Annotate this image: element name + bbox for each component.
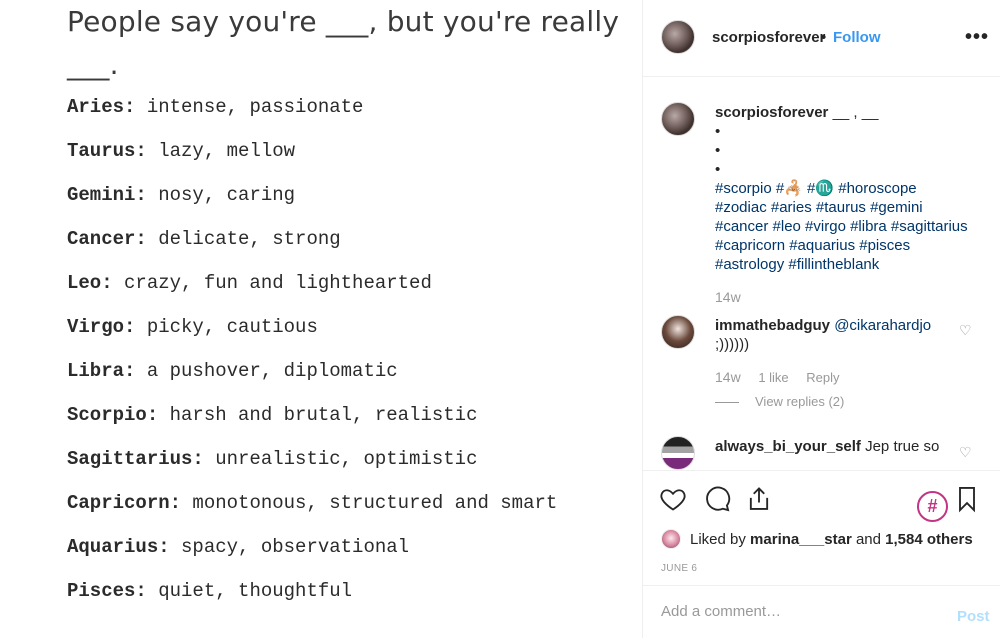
sign-row: Leo: crazy, fun and lighthearted (67, 272, 432, 294)
comment-icon[interactable] (703, 485, 731, 513)
comments-section: scorpiosforever __ , __ • • • #scorpio #… (643, 78, 1000, 470)
comment-like-icon[interactable]: ♡ (959, 444, 972, 461)
liked-by-count[interactable]: 1,584 others (885, 531, 973, 548)
caption-text: __ , __ (832, 104, 879, 121)
post-image: People say you're ___, but you're really… (0, 0, 642, 638)
caption: scorpiosforever __ , __ • • • #scorpio #… (715, 103, 985, 274)
post-date[interactable]: JUNE 6 (661, 563, 697, 574)
comment-likes[interactable]: 1 like (758, 370, 788, 385)
header-username[interactable]: scorpiosforever (712, 29, 825, 46)
sign-row: Sagittarius: unrealistic, optimistic (67, 448, 478, 470)
sign-row: Virgo: picky, cautious (67, 316, 318, 338)
hashtag-line[interactable]: #zodiac #aries #taurus #gemini (715, 198, 985, 217)
comment-mention[interactable]: @cikarahardjo (834, 317, 931, 334)
replies-divider (715, 402, 739, 404)
hashtag-line[interactable]: #cancer #leo #virgo #libra #sagittarius (715, 217, 985, 236)
post-sidebar: scorpiosforever • Follow ••• scorpiosfor… (642, 0, 1000, 638)
comment-text: ;)))))) (715, 336, 750, 353)
zodiac-list: Aries: intense, passionate Taurus: lazy,… (67, 94, 627, 622)
sign-row: Aries: intense, passionate (67, 96, 364, 118)
share-icon[interactable] (745, 485, 773, 513)
sign-row: Taurus: lazy, mellow (67, 140, 296, 162)
avatar[interactable] (661, 20, 695, 54)
hashtag-badge-icon[interactable]: # (917, 491, 948, 522)
comment-text: Jep true so (865, 438, 940, 455)
comment-username[interactable]: always_bi_your_self (715, 438, 861, 455)
post-button[interactable]: Post (957, 608, 990, 625)
caption-bullet: • (715, 161, 721, 178)
caption-username[interactable]: scorpiosforever (715, 104, 828, 121)
comment-timestamp[interactable]: 14w (715, 369, 741, 385)
bookmark-icon[interactable] (953, 485, 981, 513)
more-options-icon[interactable]: ••• (965, 26, 989, 49)
hashtag-line[interactable]: #astrology #fillintheblank (715, 255, 985, 274)
avatar[interactable] (661, 102, 695, 136)
sign-row: Aquarius: spacy, observational (67, 536, 410, 558)
view-replies-label[interactable]: View replies (2) (755, 394, 844, 409)
comment-like-icon[interactable]: ♡ (959, 322, 972, 339)
sign-row: Gemini: nosy, caring (67, 184, 296, 206)
hashtag-line[interactable]: #scorpio #🦂 #♏ #horoscope (715, 179, 985, 198)
image-title: People say you're ___, but you're really… (67, 5, 620, 81)
avatar[interactable] (661, 436, 695, 470)
caption-timestamp[interactable]: 14w (715, 289, 741, 305)
add-comment-bar: Post (643, 585, 1000, 638)
liked-by-user[interactable]: marina___star (750, 531, 852, 548)
separator-dot: • (821, 29, 827, 46)
post-actions: # Liked by marina___star and 1,584 other… (643, 470, 1000, 585)
sign-row: Cancer: delicate, strong (67, 228, 341, 250)
hashtag-line[interactable]: #capricorn #aquarius #pisces (715, 236, 985, 255)
view-replies[interactable]: View replies (2) (715, 394, 844, 409)
heart-icon[interactable] (659, 485, 687, 513)
post-header: scorpiosforever • Follow ••• (643, 0, 1000, 77)
comment: immathebadguy @cikarahardjo ;)))))) (715, 316, 965, 354)
caption-bullet: • (715, 142, 721, 159)
reply-button[interactable]: Reply (806, 370, 839, 385)
comment: always_bi_your_self Jep true so (715, 437, 965, 456)
likes-summary: Liked by marina___star and 1,584 others (661, 529, 973, 549)
sign-row: Libra: a pushover, diplomatic (67, 360, 398, 382)
comment-username[interactable]: immathebadguy (715, 317, 830, 334)
sign-row: Scorpio: harsh and brutal, realistic (67, 404, 478, 426)
comment-input[interactable] (661, 603, 931, 620)
caption-bullet: • (715, 123, 721, 140)
sign-row: Capricorn: monotonous, structured and sm… (67, 492, 558, 514)
avatar[interactable] (661, 315, 695, 349)
comment-meta: 14w 1 like Reply (715, 369, 854, 385)
sign-row: Pisces: quiet, thoughtful (67, 580, 353, 602)
avatar[interactable] (661, 529, 681, 549)
follow-button[interactable]: Follow (833, 29, 881, 46)
